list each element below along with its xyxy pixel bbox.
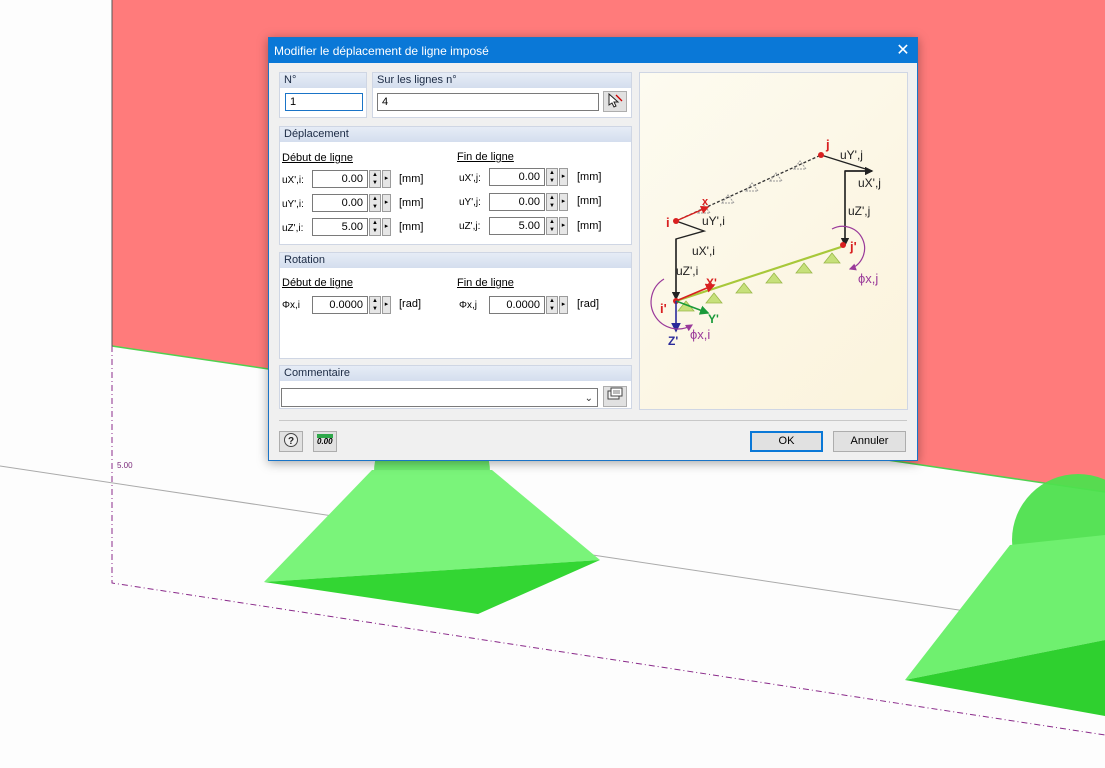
phi-start-spinner[interactable]: ▲ ▼ ▸ [369, 296, 391, 314]
uy-start-spinner[interactable]: ▲ ▼ ▸ [369, 194, 391, 212]
diagram-label-jp: j' [849, 239, 857, 254]
diagram-label-phii: ϕx,i [690, 327, 710, 342]
help-button[interactable]: ? [279, 431, 303, 452]
ux-end-symbol: uX',j: [459, 173, 481, 184]
uy-start-symbol: uY',i: [282, 199, 304, 210]
rotation-end-label: Fin de ligne [457, 277, 514, 289]
phi-end-spinner[interactable]: ▲ ▼ ▸ [546, 296, 568, 314]
uy-end-input[interactable]: 0.00 [489, 193, 545, 211]
diagram-label-uYj: uY',j [840, 148, 863, 162]
phi-start-unit: [rad] [399, 298, 422, 310]
diagram-label-Zp: Z' [668, 334, 678, 348]
uz-start-symbol: uZ',i: [282, 223, 304, 234]
modify-line-displacement-dialog: Modifier le déplacement de ligne imposé … [268, 37, 918, 461]
diagram-label-Yp: Y' [708, 312, 719, 326]
comment-library-button[interactable] [603, 386, 627, 407]
diagram-label-uXj: uX',j [858, 176, 881, 190]
phi-end-symbol: Φx,j [459, 300, 477, 311]
ux-end-input[interactable]: 0.00 [489, 168, 545, 186]
diagram-label-x: x [702, 196, 709, 208]
displacement-start-label: Début de ligne [282, 152, 353, 164]
uz-end-unit: [mm] [577, 220, 602, 232]
diagram-panel: j i j' i' x X' Y' Z' uY',j uX',j uZ',j u… [639, 72, 908, 410]
number-group: N° 1 [279, 72, 367, 118]
line-displacement-diagram: j i j' i' x X' Y' Z' uY',j uX',j uZ',j u… [650, 137, 881, 348]
uz-end-symbol: uZ',j: [459, 221, 481, 232]
dialog-titlebar: Modifier le déplacement de ligne imposé … [269, 38, 917, 63]
diagram-label-uYi: uY',i [702, 214, 725, 228]
ux-end-spinner[interactable]: ▲ ▼ ▸ [546, 168, 568, 186]
uz-start-spinner[interactable]: ▲ ▼ ▸ [369, 218, 391, 236]
diagram-label-j: j [825, 137, 830, 152]
help-icon: ? [284, 433, 298, 447]
diagram-label-i: i [666, 215, 670, 230]
comment-dropdown[interactable]: ⌄ [281, 388, 598, 407]
uy-end-unit: [mm] [577, 195, 602, 207]
footer-separator [279, 420, 907, 421]
ux-end-unit: [mm] [577, 171, 602, 183]
lines-input[interactable]: 4 [377, 93, 599, 111]
uz-end-spinner[interactable]: ▲ ▼ ▸ [546, 217, 568, 235]
uz-end-input[interactable]: 5.00 [489, 217, 545, 235]
uy-start-input[interactable]: 0.00 [312, 194, 368, 212]
uy-start-unit: [mm] [399, 197, 424, 209]
uz-start-input[interactable]: 5.00 [312, 218, 368, 236]
dimension-label: 5.00 [117, 461, 133, 470]
lines-group: Sur les lignes n° 4 [372, 72, 632, 118]
diagram-label-uXi: uX',i [692, 244, 715, 258]
cancel-button[interactable]: Annuler [833, 431, 906, 452]
uz-start-unit: [mm] [399, 221, 424, 233]
displacement-group: Déplacement Début de ligne Fin de ligne … [279, 126, 632, 245]
comment-library-icon [607, 387, 623, 400]
comment-header: Commentaire [280, 366, 631, 381]
diagram-label-ip: i' [660, 301, 667, 316]
lines-label: Sur les lignes n° [373, 73, 631, 88]
phi-end-input[interactable]: 0.0000 [489, 296, 545, 314]
comment-group: Commentaire ⌄ [279, 365, 632, 409]
dialog-title: Modifier le déplacement de ligne imposé [274, 44, 489, 58]
ux-start-symbol: uX',i: [282, 175, 304, 186]
ux-start-unit: [mm] [399, 173, 424, 185]
ux-start-spinner[interactable]: ▲ ▼ ▸ [369, 170, 391, 188]
svg-text:?: ? [288, 436, 294, 447]
diagram-label-uZi: uZ',i [676, 264, 698, 278]
ux-start-input[interactable]: 0.00 [312, 170, 368, 188]
rotation-start-label: Début de ligne [282, 277, 353, 289]
ok-button[interactable]: OK [750, 431, 823, 452]
phi-start-input[interactable]: 0.0000 [312, 296, 368, 314]
uy-end-symbol: uY',j: [459, 197, 481, 208]
chevron-down-icon: ⌄ [584, 393, 593, 404]
uy-end-spinner[interactable]: ▲ ▼ ▸ [546, 193, 568, 211]
phi-end-unit: [rad] [577, 298, 600, 310]
displacement-header: Déplacement [280, 127, 631, 142]
phi-start-symbol: Φx,i [282, 300, 300, 311]
select-lines-icon [608, 92, 623, 108]
displacement-end-label: Fin de ligne [457, 151, 514, 163]
diagram-label-uZj: uZ',j [848, 204, 870, 218]
number-input[interactable]: 1 [285, 93, 363, 111]
units-text: 0.00 [317, 437, 333, 446]
rotation-header: Rotation [280, 253, 631, 268]
number-label: N° [280, 73, 366, 88]
rotation-group: Rotation Début de ligne Fin de ligne Φx,… [279, 252, 632, 359]
diagram-label-phij: ϕx,j [858, 271, 878, 286]
select-lines-button[interactable] [603, 91, 627, 112]
diagram-label-Xp: X' [706, 276, 717, 290]
close-icon[interactable]: ✕ [889, 38, 917, 63]
units-button[interactable]: 0.00 [313, 431, 337, 452]
